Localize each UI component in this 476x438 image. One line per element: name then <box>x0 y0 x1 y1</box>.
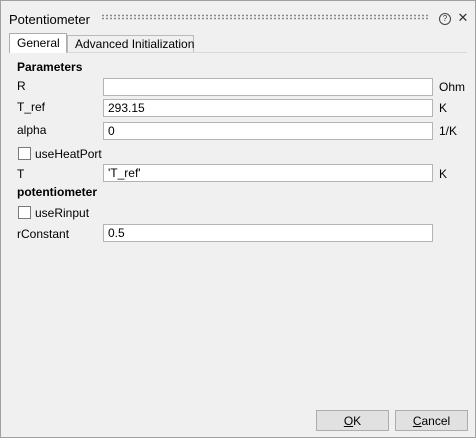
param-label-alpha: alpha <box>17 123 47 137</box>
use-heat-port-label[interactable]: useHeatPort <box>35 147 102 161</box>
section-potentiometer: potentiometer <box>17 185 98 199</box>
unit-r: Ohm <box>439 80 466 94</box>
use-r-input-checkbox[interactable] <box>18 206 31 219</box>
cancel-button[interactable]: Cancel <box>395 410 468 431</box>
t-ref-field[interactable] <box>103 99 433 117</box>
use-heat-port-checkbox[interactable] <box>18 147 31 160</box>
param-label-t-ref: T_ref <box>17 100 46 114</box>
param-label-r-constant: rConstant <box>17 227 70 241</box>
unit-t-ref: K <box>439 101 448 115</box>
tab-advanced-initialization[interactable]: Advanced Initialization <box>67 35 194 52</box>
ok-button[interactable]: OK <box>316 410 389 431</box>
title-bar[interactable]: Potentiometer ? ✕ <box>1 1 475 31</box>
r-constant-field[interactable] <box>103 224 433 242</box>
t-field[interactable] <box>103 164 433 182</box>
tab-general[interactable]: General <box>9 33 67 53</box>
drag-grip[interactable] <box>101 14 429 20</box>
help-icon[interactable]: ? <box>439 13 451 25</box>
dialog-title: Potentiometer <box>9 12 90 27</box>
use-r-input-label[interactable]: useRinput <box>35 206 89 220</box>
close-icon[interactable]: ✕ <box>456 11 470 25</box>
r-field[interactable] <box>103 78 433 96</box>
section-parameters: Parameters <box>17 60 83 74</box>
param-label-t: T <box>17 167 25 181</box>
param-label-r: R <box>17 79 26 93</box>
potentiometer-dialog: Potentiometer ? ✕ General Advanced Initi… <box>0 0 476 438</box>
unit-alpha: 1/K <box>439 124 458 138</box>
unit-t: K <box>439 167 448 181</box>
alpha-field[interactable] <box>103 122 433 140</box>
